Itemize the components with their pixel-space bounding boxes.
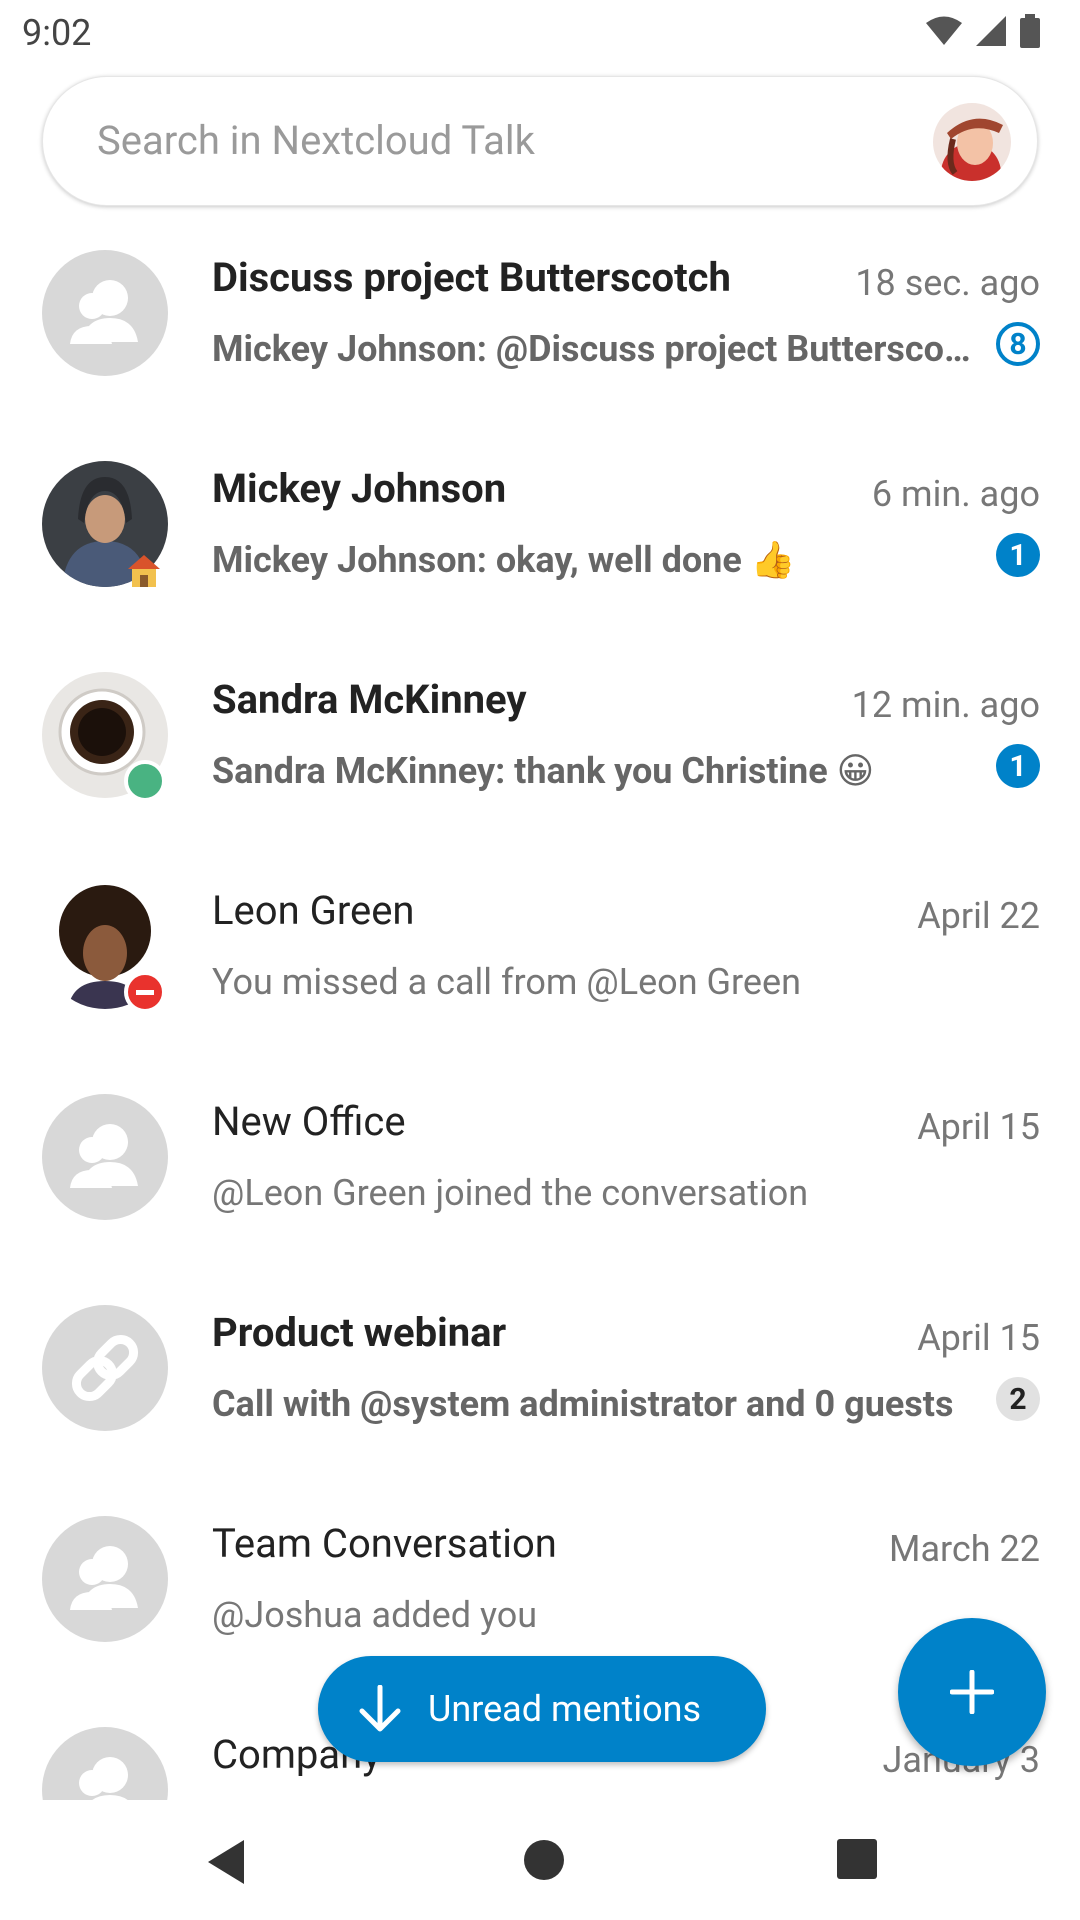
unread-badge: 1 <box>996 533 1040 577</box>
online-status-icon <box>124 760 166 802</box>
user-avatar[interactable] <box>933 103 1011 181</box>
unread-mentions-label: Unread mentions <box>428 1688 702 1730</box>
conversation-item[interactable]: Leon Green April 22 You missed a call fr… <box>0 883 1080 1094</box>
unread-badge: 1 <box>996 744 1040 788</box>
conversation-title: Mickey Johnson <box>212 465 507 512</box>
conversation-time: April 15 <box>917 1106 1040 1148</box>
conversation-preview: Mickey Johnson: okay, well done 👍 <box>212 539 796 581</box>
search-bar[interactable]: Search in Nextcloud Talk <box>42 76 1038 206</box>
conversation-time: April 22 <box>917 895 1040 937</box>
navigation-bar <box>0 1810 1080 1920</box>
conversation-time: April 15 <box>917 1317 1040 1359</box>
conversation-title: Team Conversation <box>212 1520 557 1567</box>
group-avatar <box>42 1727 168 1800</box>
recents-icon[interactable] <box>836 1838 878 1880</box>
link-avatar <box>42 1305 168 1431</box>
conversation-preview: @Leon Green joined the conversation <box>212 1172 809 1214</box>
back-icon[interactable] <box>206 1838 246 1886</box>
group-icon <box>70 1124 138 1188</box>
conversation-time: 12 min. ago <box>851 684 1040 726</box>
battery-icon <box>1020 14 1040 48</box>
search-input[interactable]: Search in Nextcloud Talk <box>97 117 535 164</box>
conversation-item[interactable]: Sandra McKinney 12 min. ago Sandra McKin… <box>0 672 1080 883</box>
status-icons <box>926 14 1040 48</box>
plus-icon <box>950 1670 994 1714</box>
new-conversation-button[interactable] <box>898 1618 1046 1766</box>
status-time: 9:02 <box>22 12 92 54</box>
conversation-time: 6 min. ago <box>871 473 1040 515</box>
wifi-icon <box>926 16 962 45</box>
unread-mentions-button[interactable]: Unread mentions <box>318 1656 766 1762</box>
conversation-time: 18 sec. ago <box>855 262 1040 304</box>
conversation-title: Sandra McKinney <box>212 676 527 723</box>
conversation-item[interactable]: Product webinar April 15 Call with @syst… <box>0 1305 1080 1516</box>
arrow-down-icon <box>359 1685 401 1732</box>
conversation-time: March 22 <box>889 1528 1040 1570</box>
group-icon <box>70 1546 138 1610</box>
conversation-preview: You missed a call from @Leon Green <box>212 961 801 1003</box>
house-emoji-icon <box>124 549 164 589</box>
conversation-item[interactable]: New Office April 15 @Leon Green joined t… <box>0 1094 1080 1305</box>
unread-badge: 8 <box>996 322 1040 366</box>
conversation-item[interactable]: Discuss project Butterscotch 18 sec. ago… <box>0 250 1080 461</box>
conversation-list: Discuss project Butterscotch 18 sec. ago… <box>0 250 1080 1800</box>
conversation-title: Leon Green <box>212 887 415 934</box>
status-bar: 9:02 <box>0 0 1080 66</box>
group-avatar <box>42 1094 168 1220</box>
group-avatar <box>42 250 168 376</box>
group-avatar <box>42 1516 168 1642</box>
conversation-item[interactable]: Mickey Johnson 6 min. ago Mickey Johnson… <box>0 461 1080 672</box>
conversation-preview: Sandra McKinney: thank you Christine 😀 <box>212 750 875 792</box>
conversation-preview: Call with @system administrator and 0 gu… <box>212 1383 954 1425</box>
home-icon[interactable] <box>522 1838 566 1882</box>
link-icon <box>71 1334 139 1402</box>
group-icon <box>70 280 138 344</box>
unread-badge: 2 <box>996 1377 1040 1421</box>
conversation-title: New Office <box>212 1098 406 1145</box>
group-icon <box>79 1757 128 1800</box>
conversation-preview: @Joshua added you <box>212 1594 538 1636</box>
conversation-title: Product webinar <box>212 1309 507 1356</box>
signal-icon <box>976 16 1006 46</box>
do-not-disturb-icon <box>124 971 166 1013</box>
conversation-title: Discuss project Butterscotch <box>212 254 731 301</box>
conversation-preview: Mickey Johnson: @Discuss project Butters… <box>212 328 972 370</box>
